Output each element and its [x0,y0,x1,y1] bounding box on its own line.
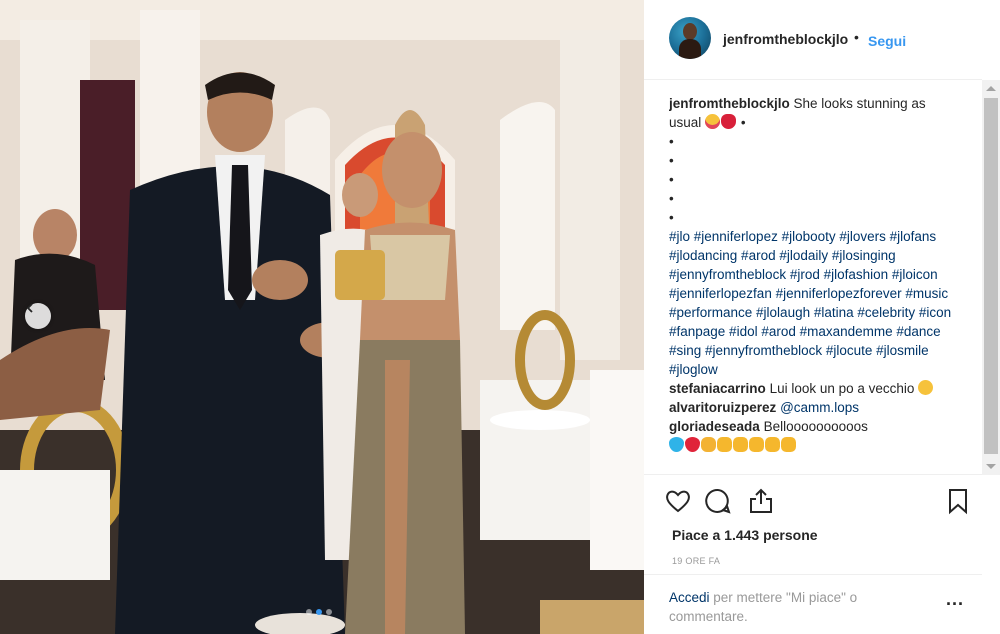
comment-icon[interactable] [704,487,732,515]
comment-item: alvaritoruizperez @camm.lops [669,398,959,417]
bookmark-icon[interactable] [944,487,972,515]
caption-username[interactable]: jenfromtheblockjlo [669,96,790,111]
clapping-hands-icon [781,437,796,452]
separator-dot: • [854,29,859,45]
carousel-dot [306,609,312,615]
caption-trailing-dot: • [740,115,746,130]
more-options-button[interactable]: ... [946,589,964,610]
post-photo [0,0,644,634]
comment-item: stefaniacarrino Lui look un po a vecchio [669,379,959,398]
red-heart-icon [685,437,700,452]
previous-image-button[interactable] [25,303,51,329]
comment-username[interactable]: gloriadeseada [669,419,760,434]
likes-count[interactable]: Piace a 1.443 persone [672,527,818,543]
comment-item: gloriadeseada Belloooooooooos [669,417,959,436]
avatar[interactable] [669,17,711,59]
heart-icon[interactable] [664,487,692,515]
comment-mention-link[interactable]: @camm.lops [780,400,859,415]
comment-text: Belloooooooooos [763,419,868,434]
caption-hashtags[interactable]: #jlo #jenniferlopez #jlobooty #jlovers #… [669,227,959,379]
light-blue-heart-icon [669,437,684,452]
caption: jenfromtheblockjlo She looks stunning as… [669,94,959,379]
carousel-dot-active [316,609,322,615]
clapping-hands-icon [717,437,732,452]
caption-dot-line: • [669,210,674,225]
clapping-hands-icon [749,437,764,452]
folded-hands-icon [701,437,716,452]
grinning-sweat-emoji-icon [918,380,934,395]
comments-list[interactable]: jenfromtheblockjlo She looks stunning as… [669,94,959,474]
emoji-comment [669,436,959,455]
kiss-lips-emoji-icon [721,114,737,129]
chevron-left-icon [26,303,33,313]
heart-eyes-emoji-icon [705,114,721,129]
post-header: jenfromtheblockjlo • Segui [644,0,982,80]
username-link[interactable]: jenfromtheblockjlo [723,31,848,47]
caption-dot-line: • [669,134,674,149]
scrollbar-thumb[interactable] [984,98,998,454]
post-actions: Piace a 1.443 persone 19 ORE FA Accedi p… [644,474,982,634]
share-icon[interactable] [747,487,775,515]
comment-username[interactable]: alvaritoruizperez [669,400,776,415]
login-prompt: Accedi per mettere "Mi piace" o commenta… [669,588,919,626]
carousel-dot [326,609,332,615]
party-photo-illustration [0,0,644,634]
login-prompt-bar: Accedi per mettere "Mi piace" o commenta… [644,574,982,634]
scroll-up-arrow-icon[interactable] [986,86,996,91]
caption-dot-line: • [669,191,674,206]
clapping-hands-icon [733,437,748,452]
post-side-panel: jenfromtheblockjlo • Segui jenfromtheblo… [644,0,982,634]
caption-dot-line: • [669,172,674,187]
scroll-down-arrow-icon[interactable] [986,464,996,469]
comments-scrollbar[interactable] [982,80,1000,475]
carousel-indicator [306,609,332,615]
comment-text: Lui look un po a vecchio [769,381,915,396]
comment-username[interactable]: stefaniacarrino [669,381,766,396]
clapping-hands-icon [765,437,780,452]
post-timestamp[interactable]: 19 ORE FA [672,556,720,566]
follow-button[interactable]: Segui [868,33,906,49]
login-link[interactable]: Accedi [669,590,710,605]
caption-dot-line: • [669,153,674,168]
